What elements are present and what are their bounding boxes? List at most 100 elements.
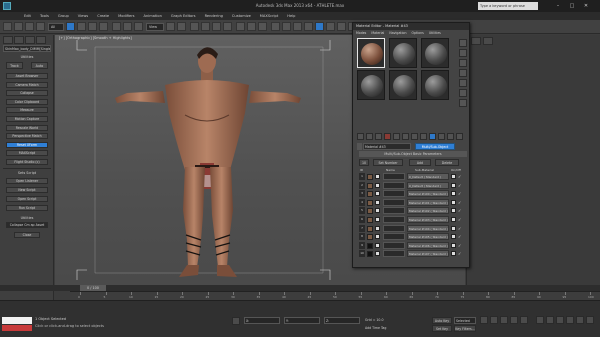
named-selection-icon[interactable]: [236, 22, 245, 31]
sample-option-icon[interactable]: [459, 39, 467, 47]
me-menu-options[interactable]: Options: [412, 31, 424, 35]
sub-material-swatch[interactable]: [367, 242, 373, 249]
material-type-button[interactable]: Multi/Sub-Object: [415, 143, 455, 150]
sub-material-toggle[interactable]: [451, 234, 456, 240]
utility-button-flight-studio-c-[interactable]: Flight Studio (c): [6, 159, 48, 165]
utility-button-measure[interactable]: Measure: [6, 107, 48, 114]
close-button[interactable]: Close: [14, 232, 40, 238]
sub-material-toggle[interactable]: [451, 225, 456, 231]
minimize-icon[interactable]: –: [552, 2, 564, 10]
maximize-viewport-icon[interactable]: [586, 316, 594, 324]
sample-option-icon[interactable]: [459, 59, 467, 67]
previous-frame-icon[interactable]: [490, 316, 498, 324]
auto-button[interactable]: Auto: [31, 62, 48, 69]
sub-material-name-field[interactable]: [383, 207, 405, 215]
zoom-extents-icon[interactable]: [556, 316, 564, 324]
mirror-icon[interactable]: [247, 22, 256, 31]
sub-material-toggle[interactable]: [451, 216, 456, 222]
sub-material-name-field[interactable]: [383, 181, 405, 189]
sub-material-name-field[interactable]: [383, 190, 405, 198]
angle-snap-icon[interactable]: [201, 22, 210, 31]
utility-button-collapse[interactable]: Collapse: [6, 90, 48, 97]
sub-material-button[interactable]: Material #107 ( Standard ): [407, 250, 449, 258]
run-script-button[interactable]: Run Script: [6, 205, 48, 211]
me-menu-utilities[interactable]: Utilities: [429, 31, 441, 35]
sub-material-name-field[interactable]: [383, 198, 405, 206]
utility-button-perspective-match[interactable]: Perspective Match: [6, 133, 48, 140]
put-to-scene-icon[interactable]: [366, 133, 373, 140]
sub-material-checkbox[interactable]: [375, 242, 380, 248]
sample-option-icon[interactable]: [459, 79, 467, 87]
key-mode-dropdown[interactable]: Selected: [454, 317, 476, 324]
sub-material-name-field[interactable]: [383, 233, 405, 241]
modify-tab-icon[interactable]: [14, 36, 24, 44]
maxscript-output[interactable]: [2, 325, 32, 331]
delete-button[interactable]: Delete: [435, 159, 459, 166]
utilities-rollout-title[interactable]: Utilities: [2, 54, 52, 60]
hierarchy-tab-icon[interactable]: [25, 36, 35, 44]
sub-material-checkbox[interactable]: [375, 191, 380, 197]
pick-material-icon[interactable]: [357, 143, 362, 150]
next-frame-icon[interactable]: [510, 316, 518, 324]
layer-manager-icon[interactable]: [271, 22, 280, 31]
sub-material-swatch[interactable]: [367, 191, 373, 198]
sub-material-name-field[interactable]: [383, 250, 405, 258]
menu-item-tools[interactable]: Tools: [40, 12, 49, 20]
go-to-parent-icon[interactable]: [447, 133, 454, 140]
sub-material-button[interactable]: Material #104 ( Standard ): [407, 224, 449, 232]
track-button[interactable]: Track: [6, 62, 23, 69]
sub-material-swatch[interactable]: [367, 225, 373, 232]
material-sample-slot[interactable]: [357, 38, 385, 68]
sub-material-checkbox[interactable]: [375, 216, 380, 222]
viewport-label[interactable]: [+] [Orthographic] [Smooth + Highlights]: [59, 36, 132, 40]
reference-coordinate-dropdown[interactable]: View: [146, 23, 164, 31]
show-map-in-viewport-icon[interactable]: [429, 133, 436, 140]
undo-icon[interactable]: [3, 22, 12, 31]
add-button[interactable]: Add: [409, 159, 431, 166]
material-sample-slot[interactable]: [357, 70, 385, 100]
me-menu-navigation[interactable]: Navigation: [389, 31, 406, 35]
sub-material-toggle[interactable]: [451, 174, 456, 179]
me-menu-modes[interactable]: Modes: [356, 31, 366, 35]
align-icon[interactable]: [258, 22, 267, 31]
y-coordinate-field[interactable]: Y:: [284, 317, 320, 324]
graphite-tools-icon[interactable]: [282, 22, 291, 31]
sub-material-button[interactable]: Material #103 ( Standard ): [407, 215, 449, 223]
snap-icon[interactable]: [190, 22, 199, 31]
panel-tab-icon[interactable]: [483, 37, 493, 45]
menu-item-modifiers[interactable]: Modifiers: [118, 12, 134, 20]
close-icon[interactable]: ✕: [580, 2, 592, 10]
maxscript-listener-input[interactable]: [2, 317, 32, 324]
utilities-tab-icon[interactable]: [36, 36, 46, 44]
x-coordinate-field[interactable]: X:: [244, 317, 280, 324]
unlink-icon[interactable]: [36, 22, 45, 31]
sub-material-checkbox[interactable]: [375, 208, 380, 214]
go-forward-icon[interactable]: [456, 133, 463, 140]
render-setup-icon[interactable]: [326, 22, 335, 31]
material-sample-slot[interactable]: [421, 70, 449, 100]
utility-button-camera-match[interactable]: Camera Match: [6, 81, 48, 88]
sample-option-icon[interactable]: [459, 99, 467, 107]
object-name-field[interactable]: SkinMax_body_DIMM[Single]: [3, 45, 51, 52]
sub-material-toggle[interactable]: [451, 242, 456, 248]
copy-material-icon[interactable]: [393, 133, 400, 140]
utility-button-reset-xform[interactable]: Reset XForm: [6, 141, 48, 148]
z-coordinate-field[interactable]: Z:: [324, 317, 360, 324]
menu-item-create[interactable]: Create: [97, 12, 109, 20]
count-field[interactable]: 10: [359, 159, 369, 166]
material-editor-title[interactable]: Material Editor - Material #43: [353, 23, 469, 30]
sample-option-icon[interactable]: [459, 69, 467, 77]
sub-material-toggle[interactable]: [451, 182, 456, 188]
sub-material-name-field[interactable]: [383, 241, 405, 249]
search-input[interactable]: Type a keyword or phrase: [478, 2, 538, 10]
timeline-ruler[interactable]: 0 5 10 15 20 25 30 35 40 45 50 55 60 65 70 75 80 85 90 95 10…: [70, 291, 600, 300]
sub-material-checkbox[interactable]: [375, 182, 380, 188]
sub-material-toggle[interactable]: [451, 199, 456, 205]
basic-parameters-rollout[interactable]: Multi/Sub-Object Basic Parameters: [359, 151, 467, 157]
key-filters-button[interactable]: Key Filters...: [454, 325, 476, 332]
sub-material-toggle[interactable]: [451, 208, 456, 214]
sub-material-checkbox[interactable]: [375, 251, 380, 257]
put-to-library-icon[interactable]: [411, 133, 418, 140]
sub-material-swatch[interactable]: [367, 216, 373, 223]
sub-material-swatch[interactable]: [367, 174, 373, 180]
